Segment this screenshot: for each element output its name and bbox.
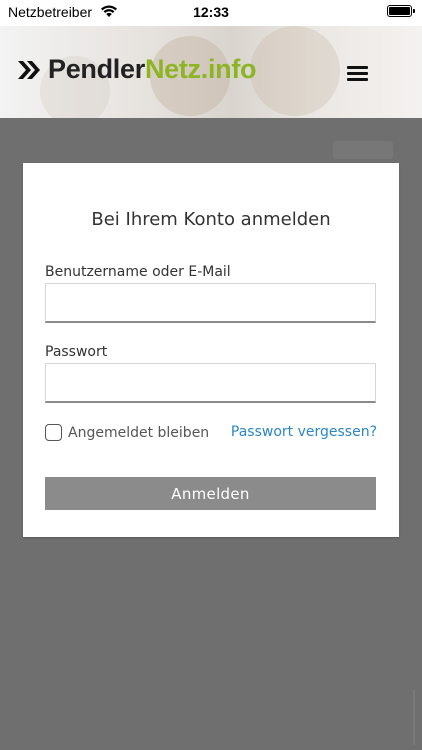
login-button[interactable]: Anmelden — [45, 477, 376, 510]
remember-checkbox[interactable] — [45, 424, 62, 441]
logo-text-part1: Pendler — [48, 54, 145, 84]
logo-text: PendlerNetz.info — [48, 54, 257, 85]
password-label: Passwort — [45, 344, 108, 360]
status-bar: Netzbetreiber 12:33 — [0, 0, 422, 26]
hamburger-menu-icon[interactable] — [347, 66, 368, 82]
login-title: Bei Ihrem Konto anmelden — [91, 209, 331, 230]
site-header: PendlerNetz.info — [0, 26, 422, 118]
battery-icon — [387, 5, 415, 17]
clock: 12:33 — [193, 4, 229, 20]
site-logo[interactable]: PendlerNetz.info — [16, 54, 257, 85]
remember-me[interactable]: Angemeldet bleiben — [45, 424, 209, 441]
username-label: Benutzername oder E-Mail — [45, 264, 231, 280]
logo-text-part2: Netz.info — [144, 54, 257, 84]
background-ghost-text — [333, 141, 393, 159]
password-input[interactable] — [45, 363, 376, 403]
scroll-indicator — [413, 690, 415, 745]
username-input[interactable] — [45, 283, 376, 323]
forgot-password-link[interactable]: Passwort vergessen? — [231, 424, 377, 440]
double-chevron-icon — [18, 60, 40, 79]
remember-label: Angemeldet bleiben — [68, 424, 210, 441]
login-card: Bei Ihrem Konto anmelden Benutzername od… — [23, 163, 399, 537]
